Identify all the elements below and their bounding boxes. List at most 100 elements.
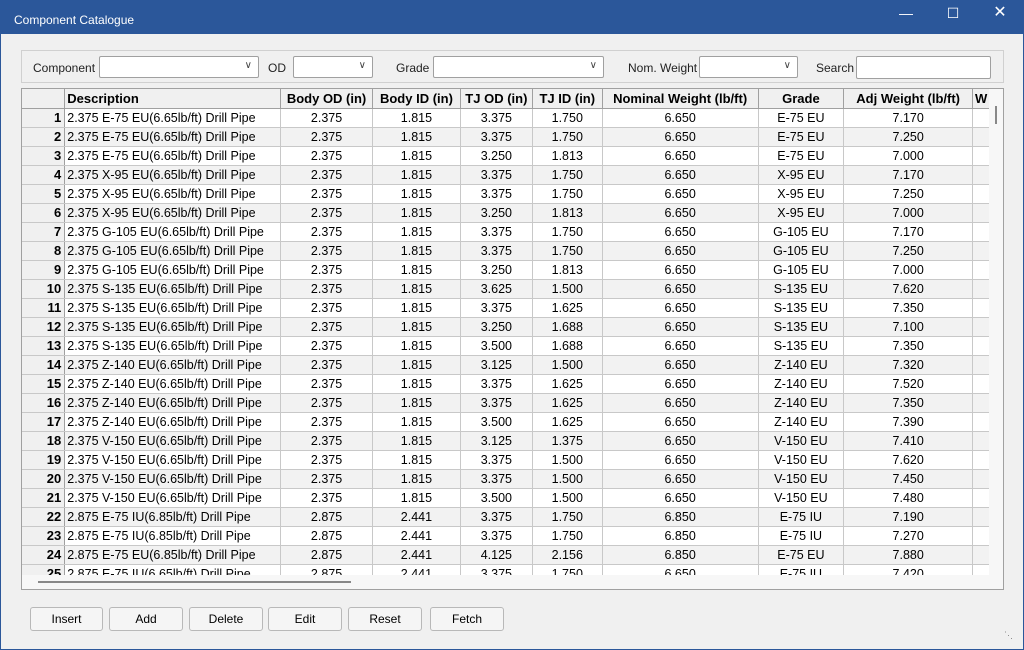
body-od-cell[interactable]: 2.375 [280, 469, 373, 489]
adj-weight-cell[interactable]: 7.000 [843, 260, 974, 280]
nominal-weight-cell[interactable]: 6.650 [602, 260, 759, 280]
body-id-cell[interactable]: 2.441 [372, 526, 461, 546]
body-id-cell[interactable]: 1.815 [372, 317, 461, 337]
adj-weight-cell[interactable]: 7.170 [843, 108, 974, 128]
body-od-cell[interactable]: 2.375 [280, 488, 373, 508]
component-grid[interactable]: Description Body OD (in) Body ID (in) TJ… [21, 88, 1004, 590]
adj-weight-cell[interactable]: 7.620 [843, 450, 974, 470]
tj-id-cell[interactable]: 1.625 [532, 298, 603, 318]
table-row[interactable]: 21 2.375 V-150 EU(6.65lb/ft) Drill Pipe 2.… [22, 488, 1003, 508]
nominal-weight-cell[interactable]: 6.650 [602, 222, 759, 242]
grade-cell[interactable]: E-75 IU [758, 526, 845, 546]
tj-id-cell[interactable]: 1.625 [532, 393, 603, 413]
search-input[interactable] [856, 56, 991, 79]
adj-weight-cell[interactable]: 7.480 [843, 488, 974, 508]
body-od-cell[interactable]: 2.375 [280, 260, 373, 280]
adj-weight-cell[interactable]: 7.270 [843, 526, 974, 546]
body-od-cell[interactable]: 2.375 [280, 184, 373, 204]
nominal-weight-cell[interactable]: 6.650 [602, 317, 759, 337]
tj-od-cell[interactable]: 3.375 [460, 108, 533, 128]
table-row[interactable]: 19 2.375 V-150 EU(6.65lb/ft) Drill Pipe 2.… [22, 450, 1003, 470]
tj-id-cell[interactable]: 1.750 [532, 507, 603, 527]
tj-od-cell[interactable]: 3.375 [460, 165, 533, 185]
minimize-icon[interactable]: — [883, 1, 929, 27]
table-row[interactable]: 8 2.375 G-105 EU(6.65lb/ft) Drill Pipe 2.3… [22, 241, 1003, 261]
close-icon[interactable]: ✕ [977, 1, 1023, 27]
tj-id-cell[interactable]: 1.750 [532, 526, 603, 546]
description-cell[interactable]: 2.875 E-75 IU(6.85lb/ft) Drill Pipe [64, 526, 282, 546]
tj-od-cell[interactable]: 3.500 [460, 488, 533, 508]
table-row[interactable]: 23 2.875 E-75 IU(6.85lb/ft) Drill Pipe 2.8… [22, 526, 1003, 546]
body-id-cell[interactable]: 1.815 [372, 165, 461, 185]
table-row[interactable]: 3 2.375 E-75 EU(6.65lb/ft) Drill Pipe 2.37… [22, 146, 1003, 166]
grade-cell[interactable]: V-150 EU [758, 469, 845, 489]
table-row[interactable]: 13 2.375 S-135 EU(6.65lb/ft) Drill Pipe 2.… [22, 336, 1003, 356]
tj-od-cell[interactable]: 3.125 [460, 355, 533, 375]
grade-cell[interactable]: E-75 EU [758, 108, 845, 128]
body-od-cell[interactable]: 2.375 [280, 450, 373, 470]
description-cell[interactable]: 2.375 E-75 EU(6.65lb/ft) Drill Pipe [64, 127, 282, 147]
table-row[interactable]: 1 2.375 E-75 EU(6.65lb/ft) Drill Pipe 2.37… [22, 108, 1003, 128]
tj-id-cell[interactable]: 1.813 [532, 260, 603, 280]
tj-od-cell[interactable]: 3.375 [460, 222, 533, 242]
row-number[interactable]: 23 [22, 526, 66, 546]
row-number[interactable]: 19 [22, 450, 66, 470]
description-cell[interactable]: 2.875 E-75 IU(6.85lb/ft) Drill Pipe [64, 507, 282, 527]
tj-od-cell[interactable]: 3.500 [460, 412, 533, 432]
tj-id-cell[interactable]: 1.500 [532, 279, 603, 299]
table-row[interactable]: 17 2.375 Z-140 EU(6.65lb/ft) Drill Pipe 2.… [22, 412, 1003, 432]
tj-od-cell[interactable]: 3.375 [460, 450, 533, 470]
description-cell[interactable]: 2.375 Z-140 EU(6.65lb/ft) Drill Pipe [64, 393, 282, 413]
nominal-weight-cell[interactable]: 6.650 [602, 203, 759, 223]
row-number[interactable]: 1 [22, 108, 66, 128]
body-od-cell[interactable]: 2.375 [280, 108, 373, 128]
row-number[interactable]: 20 [22, 469, 66, 489]
adj-weight-cell[interactable]: 7.250 [843, 184, 974, 204]
table-row[interactable]: 4 2.375 X-95 EU(6.65lb/ft) Drill Pipe 2.37… [22, 165, 1003, 185]
tj-od-cell[interactable]: 3.250 [460, 317, 533, 337]
adj-weight-cell[interactable]: 7.190 [843, 507, 974, 527]
nominal-weight-cell[interactable]: 6.650 [602, 298, 759, 318]
component-combo[interactable]: ∨ [99, 56, 259, 78]
body-od-cell[interactable]: 2.375 [280, 203, 373, 223]
nom-weight-combo[interactable]: ∨ [699, 56, 798, 78]
body-id-cell[interactable]: 1.815 [372, 488, 461, 508]
horizontal-scrollbar[interactable] [22, 575, 990, 589]
column-header-nominal-weight[interactable]: Nominal Weight (lb/ft) [602, 89, 759, 109]
tj-id-cell[interactable]: 1.500 [532, 469, 603, 489]
body-id-cell[interactable]: 1.815 [372, 222, 461, 242]
adj-weight-cell[interactable]: 7.250 [843, 241, 974, 261]
grade-cell[interactable]: Z-140 EU [758, 355, 845, 375]
tj-id-cell[interactable]: 1.688 [532, 317, 603, 337]
row-number[interactable]: 22 [22, 507, 66, 527]
column-header-body-od[interactable]: Body OD (in) [280, 89, 373, 109]
row-number[interactable]: 15 [22, 374, 66, 394]
adj-weight-cell[interactable]: 7.250 [843, 127, 974, 147]
tj-id-cell[interactable]: 1.688 [532, 336, 603, 356]
table-row[interactable]: 24 2.875 E-75 EU(6.85lb/ft) Drill Pipe 2.8… [22, 545, 1003, 565]
description-cell[interactable]: 2.375 S-135 EU(6.65lb/ft) Drill Pipe [64, 336, 282, 356]
column-header-tj-id[interactable]: TJ ID (in) [532, 89, 603, 109]
body-id-cell[interactable]: 1.815 [372, 241, 461, 261]
tj-od-cell[interactable]: 4.125 [460, 545, 533, 565]
body-od-cell[interactable]: 2.375 [280, 298, 373, 318]
row-number[interactable]: 5 [22, 184, 66, 204]
table-row[interactable]: 7 2.375 G-105 EU(6.65lb/ft) Drill Pipe 2.3… [22, 222, 1003, 242]
nominal-weight-cell[interactable]: 6.650 [602, 241, 759, 261]
body-od-cell[interactable]: 2.875 [280, 507, 373, 527]
reset-button[interactable]: Reset [348, 607, 422, 631]
row-number[interactable]: 17 [22, 412, 66, 432]
grade-cell[interactable]: V-150 EU [758, 450, 845, 470]
grade-cell[interactable]: V-150 EU [758, 488, 845, 508]
row-number[interactable]: 24 [22, 545, 66, 565]
tj-id-cell[interactable]: 1.500 [532, 355, 603, 375]
adj-weight-cell[interactable]: 7.520 [843, 374, 974, 394]
maximize-icon[interactable]: ☐ [930, 1, 976, 27]
adj-weight-cell[interactable]: 7.620 [843, 279, 974, 299]
nominal-weight-cell[interactable]: 6.650 [602, 184, 759, 204]
table-row[interactable]: 20 2.375 V-150 EU(6.65lb/ft) Drill Pipe 2.… [22, 469, 1003, 489]
nominal-weight-cell[interactable]: 6.650 [602, 412, 759, 432]
description-cell[interactable]: 2.375 E-75 EU(6.65lb/ft) Drill Pipe [64, 108, 282, 128]
grade-cell[interactable]: E-75 EU [758, 545, 845, 565]
body-id-cell[interactable]: 1.815 [372, 450, 461, 470]
